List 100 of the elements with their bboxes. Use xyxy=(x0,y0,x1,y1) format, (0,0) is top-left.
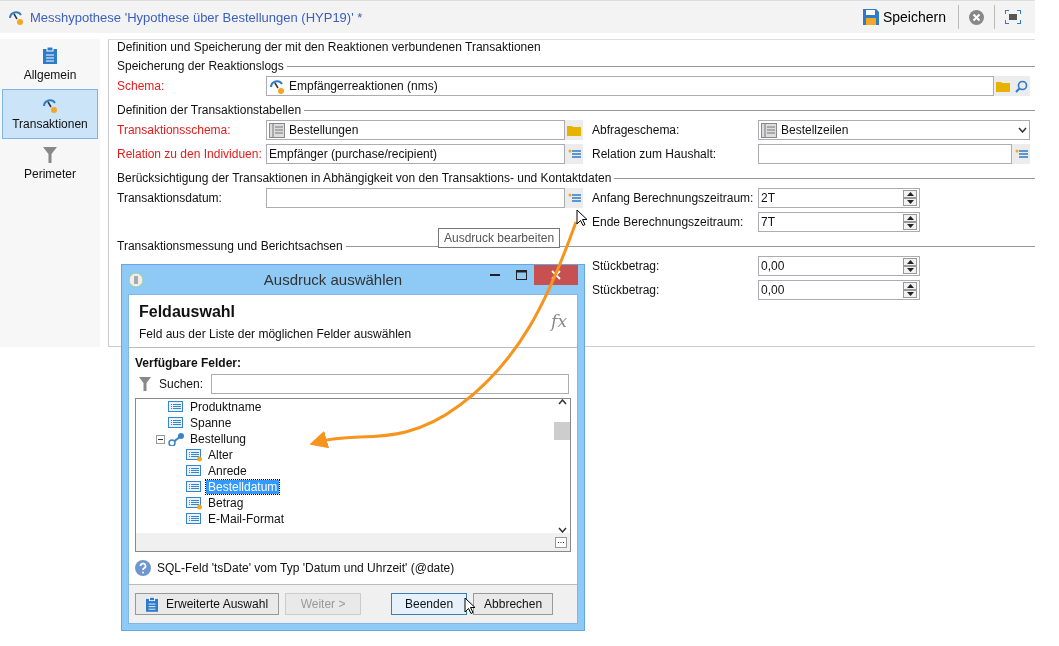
schema-dropdown[interactable]: Bestellzeilen xyxy=(758,120,1030,140)
group-title: Transaktionsmessung und Berichtsachsen xyxy=(117,239,343,253)
close-icon xyxy=(551,270,561,280)
window-title: Messhypothese 'Hypothese über Bestellungen (HYP19)' * xyxy=(30,9,364,25)
funnel-icon xyxy=(43,147,57,163)
dialog-subtitle: Feld aus der Liste der möglichen Felder auswählen xyxy=(139,327,412,341)
app-icon xyxy=(128,271,144,288)
gauge-icon xyxy=(269,78,285,94)
expression-icon xyxy=(567,192,581,204)
table-icon xyxy=(269,122,285,138)
tree-item[interactable]: Anrede xyxy=(206,464,249,478)
computed-field-icon xyxy=(186,496,203,510)
input-field[interactable]: Empfänger (purchase/recipient) xyxy=(266,144,565,164)
more-icon[interactable] xyxy=(555,536,567,548)
floppy-icon xyxy=(862,9,879,25)
field-label: Abfrageschema: xyxy=(592,123,681,137)
spin-down-button[interactable] xyxy=(903,290,917,298)
tree-item[interactable]: Produktname xyxy=(188,400,264,414)
input-field[interactable] xyxy=(266,188,565,208)
computed-field-icon xyxy=(186,448,203,462)
field-label: Relation zu den Individuen: xyxy=(117,147,263,161)
dialog-button[interactable]: Beenden xyxy=(391,593,468,615)
dialog-title: Ausdruck auswählen xyxy=(262,271,404,288)
spin-field[interactable]: 2T xyxy=(758,188,920,208)
field-label: Transaktionsschema: xyxy=(117,123,232,137)
edit-expression-button[interactable] xyxy=(1012,144,1030,164)
list-field-icon xyxy=(186,512,203,526)
field-value: Bestellungen xyxy=(289,123,359,137)
group-title: Speicherung der Reaktionslogs xyxy=(117,59,284,73)
maximize-icon xyxy=(515,270,527,280)
up-arrow-icon xyxy=(906,260,914,264)
down-arrow-icon xyxy=(906,292,914,296)
tree-item[interactable]: Spanne xyxy=(188,416,234,430)
scrollbar-thumb[interactable] xyxy=(554,422,570,440)
scroll-down-icon xyxy=(557,527,567,533)
folder-icon xyxy=(567,124,581,136)
field-value: Empfänger (purchase/recipient) xyxy=(269,147,438,161)
input-field[interactable]: Bestellungen xyxy=(266,120,565,140)
list-field-icon xyxy=(186,480,203,494)
input-field[interactable] xyxy=(758,144,1012,164)
formula-label: fx xyxy=(551,311,567,333)
search-label: Suchen: xyxy=(159,377,204,391)
field-info: SQL-Feld 'tsDate' vom Typ 'Datum und Uhrzeit' (@date) xyxy=(157,561,455,575)
gauge-icon xyxy=(42,97,58,113)
spin-down-button[interactable] xyxy=(903,222,917,230)
chevron-down-icon xyxy=(1018,127,1027,133)
list-field-icon xyxy=(168,416,185,430)
edit-expression-button[interactable] xyxy=(565,188,583,208)
scroll-up-icon xyxy=(557,399,567,405)
mouse-cursor-icon xyxy=(576,209,588,227)
down-arrow-icon xyxy=(906,224,914,228)
spin-field[interactable]: 0,00 xyxy=(758,280,920,300)
close-icon xyxy=(969,9,984,25)
dialog-button[interactable]: Abbrechen xyxy=(473,593,554,615)
folder-icon xyxy=(996,80,1010,92)
spin-field[interactable]: 0,00 xyxy=(758,256,920,276)
search-icon xyxy=(1014,79,1028,93)
group-title: Berücksichtigung der Transaktionen in Abhängigkeit von den Transaktions- und Kontaktdaten xyxy=(117,171,612,185)
collapse-icon[interactable] xyxy=(156,434,165,444)
field-label: Stückbetrag: xyxy=(592,259,661,273)
funnel-icon xyxy=(139,377,151,391)
table-icon xyxy=(761,122,777,138)
scrollbar[interactable] xyxy=(554,399,570,533)
field-label: Ende Berechnungszeitraum: xyxy=(592,215,745,229)
tree-item[interactable]: Alter xyxy=(206,448,235,462)
minimize-icon xyxy=(490,274,500,276)
spin-field[interactable]: 7T xyxy=(758,212,920,232)
edit-expression-button[interactable] xyxy=(565,144,583,164)
field-label: Stückbetrag: xyxy=(592,283,661,297)
sidebar-item[interactable]: Transaktionen xyxy=(2,89,98,139)
clipboard-icon xyxy=(146,596,158,612)
dialog-button[interactable]: Erweiterte Auswahl xyxy=(135,593,280,615)
spin-down-button[interactable] xyxy=(903,198,917,206)
tree-item[interactable]: Bestellung xyxy=(188,432,249,446)
down-arrow-icon xyxy=(906,200,914,204)
save-button[interactable]: Speichern xyxy=(854,9,954,25)
field-label: Relation zum Haushalt: xyxy=(592,147,718,161)
tree-item[interactable]: E-Mail-Format xyxy=(206,512,286,526)
tooltip: Ausdruck bearbeiten xyxy=(438,228,561,248)
expression-icon xyxy=(567,148,581,160)
field-label: Transaktionsdatum: xyxy=(117,191,223,205)
mouse-cursor-icon xyxy=(464,597,476,615)
list-field-icon xyxy=(168,400,185,414)
tree-item[interactable]: Betrag xyxy=(206,496,246,510)
search-button[interactable] xyxy=(1012,76,1030,96)
help-icon xyxy=(135,560,151,576)
list-field-icon xyxy=(186,464,203,478)
group-title: Definition der Transaktionstabellen xyxy=(117,103,302,117)
field-label: Schema: xyxy=(117,79,166,93)
dialog-heading: Feldauswahl xyxy=(139,303,237,321)
sidebar-item[interactable]: Allgemein xyxy=(2,39,98,89)
up-arrow-icon xyxy=(906,284,914,288)
sidebar-item[interactable]: Perimeter xyxy=(2,139,98,189)
section-label: Verfügbare Felder: xyxy=(135,356,243,370)
spin-down-button[interactable] xyxy=(903,266,917,274)
search-field[interactable] xyxy=(211,374,569,394)
input-field[interactable]: Empfängerreaktionen (nms) xyxy=(266,76,994,96)
up-arrow-icon xyxy=(906,216,914,220)
clipboard-icon xyxy=(43,46,57,64)
gauge-icon xyxy=(8,9,24,25)
